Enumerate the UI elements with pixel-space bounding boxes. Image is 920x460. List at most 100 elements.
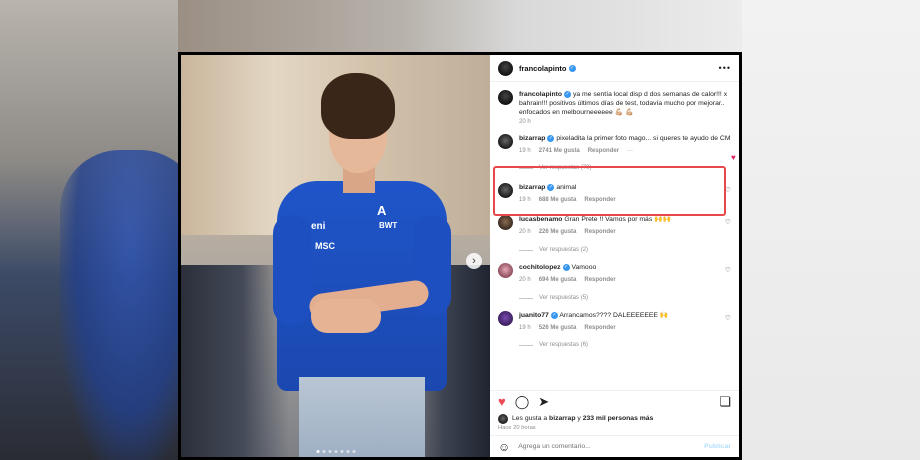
reply-button[interactable]: Responder [584, 228, 615, 237]
caption-author[interactable]: francolapinto [519, 91, 562, 98]
carousel-dot [352, 450, 355, 453]
verified-icon: ✓ [550, 311, 558, 319]
verified-icon: ✓ [562, 263, 570, 271]
comment-likes[interactable]: 526 Me gusta [539, 324, 577, 333]
heart-icon[interactable]: ♡ [725, 315, 731, 322]
comment-meta: 19 h 526 Me gusta Responder [519, 324, 725, 333]
comment-avatar[interactable] [498, 134, 513, 149]
likes-summary: Les gusta a bizarrap y 233 mil personas … [490, 412, 739, 425]
comment-time: 20 h [519, 277, 531, 283]
caption-time: 20 h [519, 119, 531, 124]
view-replies-label: Ver respuestas (5) [539, 295, 589, 301]
comment-avatar[interactable] [498, 215, 513, 230]
add-comment-bar: ☺ Publicar [490, 435, 739, 457]
verified-icon: ✓ [564, 90, 572, 98]
shirt-logo-msc: MSC [315, 241, 335, 251]
comment-meta: 20 h 226 Me gusta Responder [519, 228, 725, 237]
comment-likes[interactable]: 2741 Me gusta [539, 147, 580, 156]
post-modal: A eni BWT MSC › francolapinto ✓ ••• fran… [178, 52, 742, 460]
shirt-logo-eni: eni [311, 221, 326, 232]
comment-author[interactable]: cochitolopez [519, 264, 561, 271]
shirt-logo-alpine: A [377, 203, 387, 218]
reply-button[interactable]: Responder [584, 276, 615, 285]
carousel-dots [316, 450, 355, 453]
comment-body: juanito77 ✓ Arrancamos???? DALEEEEEEE 🙌 1… [519, 311, 725, 333]
liker-avatar [498, 413, 508, 424]
more-icon[interactable]: ••• [719, 63, 731, 73]
heart-icon[interactable]: ♡ [725, 267, 731, 274]
comment-meta: 19 h 2741 Me gusta Responder ··· [519, 147, 731, 156]
comment-text: pixeladita la primer foto mago... si que… [556, 135, 731, 142]
next-arrow-icon[interactable]: › [466, 253, 482, 269]
comment-author[interactable]: juanito77 [519, 312, 549, 319]
comment-author[interactable]: lucasbenamo [519, 216, 562, 223]
share-icon[interactable]: ➤ [538, 395, 549, 408]
view-replies-label: Ver respuestas (2) [539, 247, 589, 253]
post-side-panel: francolapinto ✓ ••• francolapinto ✓ ya me… [490, 55, 739, 457]
highlight-box [493, 166, 726, 216]
post-caption: francolapinto ✓ ya me sentía local disp d… [498, 82, 731, 124]
comment-text: Vamooo [571, 264, 597, 271]
comment-author[interactable]: bizarrap [519, 135, 545, 142]
bookmark-icon[interactable]: ❏ [719, 395, 731, 408]
view-replies[interactable]: Ver respuestas (6) [519, 342, 731, 348]
comment-likes[interactable]: 226 Me gusta [539, 228, 577, 237]
comment-item: lucasbenamo Gran Prete !! Vamos por más … [498, 215, 731, 237]
likes-user[interactable]: bizarrap [549, 415, 575, 422]
likes-count[interactable]: 233 mil personas más [583, 415, 654, 422]
comment-more-button[interactable]: ··· [627, 147, 633, 156]
carousel-dot [322, 450, 325, 453]
post-header: francolapinto ✓ ••• [490, 55, 739, 82]
post-time: Hace 20 horas [498, 425, 536, 431]
photo-arm-left [273, 215, 311, 325]
comment-time: 19 h [519, 325, 531, 331]
view-replies[interactable]: Ver respuestas (2) [519, 247, 731, 253]
comment-body: bizarrap ✓ pixeladita la primer foto mago… [519, 134, 731, 156]
photo-hands [311, 299, 381, 333]
comment-text: Gran Prete !! Vamos por más 🙌🙌 [564, 216, 672, 223]
comment-time: 20 h [519, 229, 531, 235]
comment-item: juanito77 ✓ Arrancamos???? DALEEEEEEE 🙌 1… [498, 311, 731, 333]
caption-body: francolapinto ✓ ya me sentía local disp d… [519, 90, 731, 124]
comment-body: lucasbenamo Gran Prete !! Vamos por más … [519, 215, 725, 237]
author-username[interactable]: francolapinto [519, 64, 567, 73]
carousel-dot [328, 450, 331, 453]
post-photo[interactable]: A eni BWT MSC › [181, 55, 490, 457]
heart-icon[interactable]: ♥ [498, 395, 506, 408]
comment-avatar[interactable] [498, 311, 513, 326]
view-replies[interactable]: Ver respuestas (5) [519, 295, 731, 301]
comment-item: cochitolopez ✓ Vamooo 20 h 694 Me gusta R… [498, 263, 731, 285]
comment-icon[interactable]: ◯ [515, 395, 530, 408]
likes-middle: y [577, 415, 581, 422]
carousel-dot [346, 450, 349, 453]
reply-button[interactable]: Responder [588, 147, 619, 156]
photo-jeans [299, 377, 425, 457]
publish-button[interactable]: Publicar [704, 443, 731, 450]
comment-body: cochitolopez ✓ Vamooo 20 h 694 Me gusta R… [519, 263, 725, 285]
comment-item: bizarrap ✓ pixeladita la primer foto mago… [498, 134, 731, 156]
comment-avatar[interactable] [498, 263, 513, 278]
comment-meta: 20 h 694 Me gusta Responder [519, 276, 725, 285]
carousel-dot [340, 450, 343, 453]
carousel-dot [334, 450, 337, 453]
verified-icon: ✓ [568, 64, 576, 72]
heart-icon[interactable]: ♥ [731, 153, 736, 162]
view-replies-label: Ver respuestas (6) [539, 342, 589, 348]
author-avatar[interactable] [498, 60, 513, 76]
photo-hair [321, 73, 395, 139]
heart-icon[interactable]: ♡ [725, 219, 731, 226]
carousel-dot [316, 450, 319, 453]
caption-avatar[interactable] [498, 90, 513, 105]
verified-icon: ✓ [547, 134, 555, 142]
backdrop-top [178, 0, 742, 54]
comments-list[interactable]: francolapinto ✓ ya me sentía local disp d… [490, 82, 739, 390]
emoji-icon[interactable]: ☺ [498, 440, 510, 454]
comment-likes[interactable]: 694 Me gusta [539, 276, 577, 285]
comment-time: 19 h [519, 148, 531, 154]
comment-text: Arrancamos???? DALEEEEEEE 🙌 [559, 312, 669, 319]
comment-input[interactable] [518, 443, 705, 450]
shirt-logo-bwt: BWT [379, 221, 398, 230]
post-actions: ♥ ◯ ➤ ❏ [490, 390, 739, 412]
reply-button[interactable]: Responder [584, 324, 615, 333]
backdrop-right [742, 0, 920, 460]
